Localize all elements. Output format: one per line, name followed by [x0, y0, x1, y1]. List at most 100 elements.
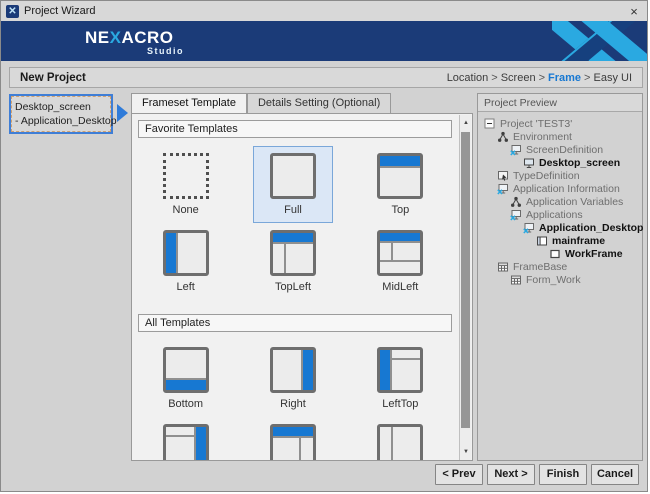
tree-item-label: Environment — [513, 131, 572, 143]
frame-icon — [536, 235, 548, 247]
template-lefttop[interactable]: LeftTop — [360, 340, 440, 417]
close-icon[interactable]: × — [626, 4, 642, 19]
template-midleft[interactable]: MidLeft — [360, 223, 440, 300]
tree-item-label: Application_Desktop — [539, 222, 643, 234]
scrollbar-thumb[interactable] — [461, 132, 470, 428]
monitor-icon — [523, 157, 535, 169]
screen-item-desktop-screen[interactable]: Desktop_screen - Application_Desktop — [9, 94, 113, 134]
tree-item-label: Project 'TEST3' — [500, 118, 572, 130]
project-preview-panel: Project Preview Project 'TEST3'Environme… — [477, 93, 643, 461]
brand-x-logo-icon — [552, 21, 647, 61]
tree-item-label: TypeDefinition — [513, 170, 580, 182]
tree-item-environment[interactable]: Environment — [482, 130, 640, 143]
finish-button[interactable]: Finish — [539, 464, 587, 485]
collapse-box-icon — [484, 118, 496, 130]
scroll-down-icon[interactable]: ▼ — [460, 446, 472, 459]
app-logo-icon: ✕ — [6, 5, 19, 18]
title-bar: ✕ Project Wizard × — [1, 1, 647, 21]
monitor-x-icon — [523, 222, 535, 234]
tab-frameset-template[interactable]: Frameset Template — [131, 93, 247, 113]
tree-item-application-desktop[interactable]: Application_Desktop — [482, 221, 640, 234]
tree-item-workframe[interactable]: WorkFrame — [482, 247, 640, 260]
grid-icon — [497, 261, 509, 273]
breadcrumb-separator: > — [581, 72, 593, 84]
template-top[interactable]: Top — [360, 146, 440, 223]
tree-item-application-variables[interactable]: Application Variables — [482, 195, 640, 208]
project-preview-tree: Project 'TEST3'EnvironmentScreenDefiniti… — [478, 112, 642, 288]
center-panel: Frameset Template Details Setting (Optio… — [131, 93, 473, 461]
tree-item-project-test3[interactable]: Project 'TEST3' — [482, 117, 640, 130]
screen-item-line1: Desktop_screen — [15, 100, 109, 114]
brand-banner: NEXACRO Studio — [1, 21, 647, 61]
wizard-header: New Project Location>Screen>Frame>Easy U… — [9, 67, 643, 88]
grid-icon — [510, 274, 522, 286]
template-group-header: All Templates — [138, 314, 452, 332]
screen-item-line2: - Application_Desktop — [15, 114, 109, 128]
breadcrumb-step-location: Location — [447, 72, 489, 84]
tree-item-application-information[interactable]: Application Information — [482, 182, 640, 195]
next-button[interactable]: Next > — [487, 464, 535, 485]
tree-item-form-work[interactable]: Form_Work — [482, 273, 640, 286]
tree-item-desktop-screen[interactable]: Desktop_screen — [482, 156, 640, 169]
tree-item-label: mainframe — [552, 235, 605, 247]
template-left[interactable]: Left — [146, 223, 226, 300]
template-label: Right — [280, 398, 306, 411]
scroll-up-icon[interactable]: ▲ — [460, 117, 472, 130]
template-label: LeftTop — [382, 398, 418, 411]
template-group-header: Favorite Templates — [138, 120, 452, 138]
nodes-icon — [497, 131, 509, 143]
template-layout-icon — [377, 347, 423, 393]
tab-details-setting[interactable]: Details Setting (Optional) — [247, 93, 391, 113]
tree-item-label: Desktop_screen — [539, 157, 620, 169]
tree-item-label: ScreenDefinition — [526, 144, 603, 156]
window-title: Project Wizard — [24, 5, 96, 17]
template-grid: NoneFullTopLeftTopLeftMidLeft — [132, 140, 454, 308]
square-icon — [549, 248, 561, 260]
template-none[interactable]: None — [146, 146, 226, 223]
breadcrumb-step-easy-ui: Easy UI — [593, 72, 632, 84]
template-label: Left — [176, 281, 194, 294]
template-right[interactable]: Right — [253, 340, 333, 417]
tree-item-typedefinition[interactable]: TypeDefinition — [482, 169, 640, 182]
template-full[interactable]: Full — [253, 146, 333, 223]
prev-button[interactable]: < Prev — [435, 464, 483, 485]
tree-item-applications[interactable]: Applications — [482, 208, 640, 221]
brand-wordmark: NEXACRO — [85, 28, 174, 48]
breadcrumb-separator: > — [488, 72, 500, 84]
tree-item-label: Form_Work — [526, 274, 581, 286]
template-layout-icon — [270, 153, 316, 199]
template-label: Bottom — [168, 398, 203, 411]
tree-item-label: Application Information — [513, 183, 620, 195]
template-label: TopLeft — [275, 281, 311, 294]
template-partial-topright[interactable] — [253, 417, 333, 461]
project-preview-title: Project Preview — [478, 94, 642, 112]
monitor-x-icon — [510, 144, 522, 156]
template-partial-righttop[interactable] — [146, 417, 226, 461]
template-layout-icon — [270, 230, 316, 276]
template-layout-icon — [270, 424, 316, 461]
template-partial-leftbottom[interactable] — [360, 417, 440, 461]
monitor-x-icon — [497, 183, 509, 195]
template-layout-icon — [377, 230, 423, 276]
window-cursor-icon — [497, 170, 509, 182]
left-panel: Desktop_screen - Application_Desktop — [9, 94, 131, 461]
breadcrumb-separator: > — [536, 72, 548, 84]
template-layout-icon — [163, 347, 209, 393]
template-layout-icon — [163, 424, 209, 461]
breadcrumb: Location>Screen>Frame>Easy UI — [447, 72, 632, 84]
template-label: Full — [284, 204, 302, 217]
template-label: Top — [391, 204, 409, 217]
tree-item-framebase[interactable]: FrameBase — [482, 260, 640, 273]
selection-arrow-icon — [117, 104, 128, 122]
tab-bar: Frameset Template Details Setting (Optio… — [131, 93, 473, 113]
cancel-button[interactable]: Cancel — [591, 464, 639, 485]
scrollbar[interactable]: ▲ ▼ — [459, 115, 471, 461]
template-layout-icon — [163, 230, 209, 276]
tree-item-mainframe[interactable]: mainframe — [482, 234, 640, 247]
brand-subtitle: Studio — [147, 46, 184, 56]
template-topleft[interactable]: TopLeft — [253, 223, 333, 300]
template-bottom[interactable]: Bottom — [146, 340, 226, 417]
breadcrumb-step-screen: Screen — [501, 72, 536, 84]
template-label: None — [173, 204, 199, 217]
tree-item-screendefinition[interactable]: ScreenDefinition — [482, 143, 640, 156]
